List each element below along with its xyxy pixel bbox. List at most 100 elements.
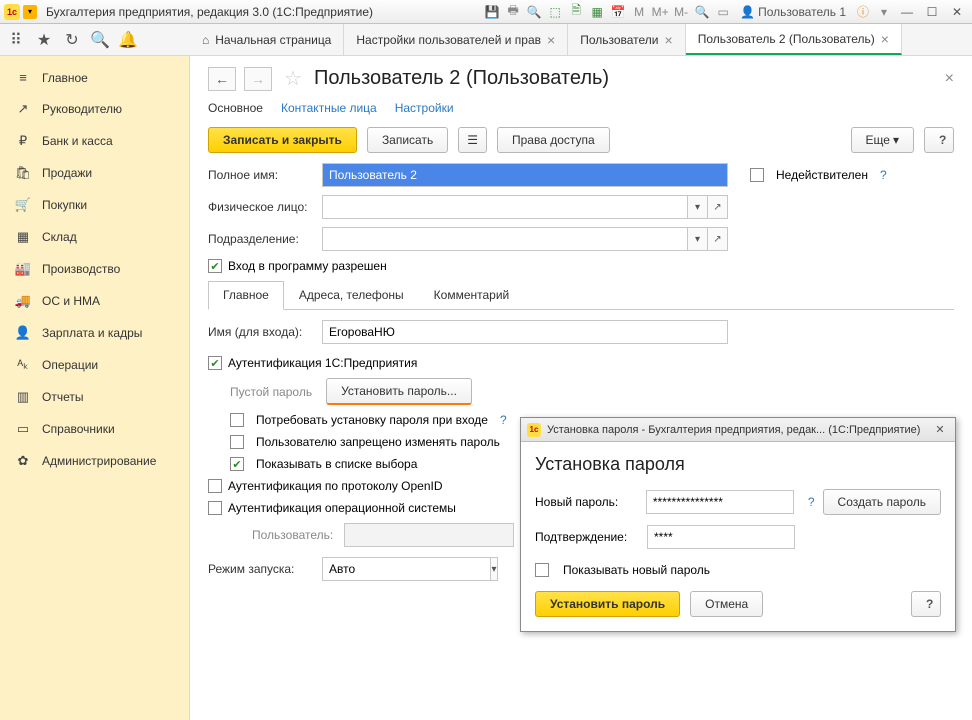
save-button[interactable]: Записать bbox=[367, 127, 448, 153]
info-icon[interactable]: ⓘ bbox=[854, 3, 872, 21]
windows-icon[interactable]: ▭ bbox=[714, 3, 732, 21]
dialog-help-button[interactable]: ? bbox=[911, 591, 941, 617]
innertab-comment[interactable]: Комментарий bbox=[419, 281, 525, 309]
calc-icon[interactable]: ▦ bbox=[588, 3, 606, 21]
require-pwd-checkbox[interactable] bbox=[230, 413, 244, 427]
dialog-logo-icon: 1c bbox=[527, 423, 541, 437]
auth1c-checkbox[interactable] bbox=[208, 356, 222, 370]
bars-icon: ▥ bbox=[14, 389, 32, 405]
page-close-icon[interactable]: × bbox=[945, 70, 954, 88]
login-allowed-checkbox[interactable] bbox=[208, 259, 222, 273]
set-password-button[interactable]: Установить пароль... bbox=[326, 378, 472, 405]
dialog-close-button[interactable]: ✕ bbox=[931, 423, 949, 436]
m-minus-icon[interactable]: M- bbox=[672, 3, 690, 21]
tab-user2[interactable]: Пользователь 2 (Пользователь) × bbox=[686, 24, 902, 55]
notifications-icon[interactable]: 🔔 bbox=[118, 30, 138, 50]
more-button[interactable]: Еще▾ bbox=[851, 127, 914, 153]
empty-pwd-label: Пустой пароль bbox=[230, 385, 312, 399]
tab-close-icon[interactable]: × bbox=[881, 31, 889, 47]
tab-close-icon[interactable]: × bbox=[665, 32, 673, 48]
runmode-dropdown-button[interactable]: ▾ bbox=[491, 557, 498, 581]
favorite-star-icon[interactable]: ☆ bbox=[284, 66, 302, 91]
favorites-icon[interactable]: ★ bbox=[34, 30, 54, 50]
apps-icon[interactable]: ⠿ bbox=[6, 30, 26, 50]
nav-forward-button[interactable]: → bbox=[244, 67, 272, 91]
sidebar-item-reports[interactable]: ▥Отчеты bbox=[0, 381, 189, 413]
sidebar-item-hr[interactable]: 👤Зарплата и кадры bbox=[0, 317, 189, 349]
preview-icon[interactable]: 🔍 bbox=[525, 3, 543, 21]
person-open-button[interactable]: ↗ bbox=[708, 195, 728, 219]
openid-label: Аутентификация по протоколу OpenID bbox=[228, 479, 443, 493]
help-button[interactable]: ? bbox=[924, 127, 954, 153]
maximize-button[interactable]: ☐ bbox=[921, 5, 943, 19]
sidebar-item-production[interactable]: 🏭Производство bbox=[0, 253, 189, 285]
sidebar-item-catalogs[interactable]: ▭Справочники bbox=[0, 413, 189, 445]
set-password-dialog: 1c Установка пароля - Бухгалтерия предпр… bbox=[520, 417, 956, 632]
zoom-icon[interactable]: 🔍 bbox=[693, 3, 711, 21]
inactive-help-icon[interactable]: ? bbox=[880, 168, 887, 182]
minimize-button[interactable]: — bbox=[896, 5, 918, 19]
tab-users[interactable]: Пользователи × bbox=[568, 24, 686, 55]
m-plus-icon[interactable]: M+ bbox=[651, 3, 669, 21]
openid-checkbox[interactable] bbox=[208, 479, 222, 493]
innertab-addresses[interactable]: Адреса, телефоны bbox=[284, 281, 419, 309]
generate-pwd-button[interactable]: Создать пароль bbox=[823, 489, 941, 515]
sidebar-item-main[interactable]: ≡Главное bbox=[0, 62, 189, 93]
tab-home[interactable]: ⌂ Начальная страница bbox=[190, 24, 344, 55]
person-input[interactable] bbox=[322, 195, 688, 219]
inactive-checkbox[interactable] bbox=[750, 168, 764, 182]
sidebar-item-warehouse[interactable]: ▦ Склад bbox=[0, 221, 189, 253]
dept-dropdown-button[interactable]: ▾ bbox=[688, 227, 708, 251]
new-pwd-input[interactable] bbox=[646, 490, 794, 514]
subtab-main[interactable]: Основное bbox=[208, 101, 263, 115]
dialog-cancel-button[interactable]: Отмена bbox=[690, 591, 763, 617]
list-button[interactable]: ☰ bbox=[458, 127, 487, 153]
sidebar-item-bank[interactable]: ₽Банк и касса bbox=[0, 125, 189, 157]
person-dropdown-button[interactable]: ▾ bbox=[688, 195, 708, 219]
osauth-checkbox[interactable] bbox=[208, 501, 222, 515]
tab-settings-users-rights[interactable]: Настройки пользователей и прав × bbox=[344, 24, 568, 55]
require-pwd-help-icon[interactable]: ? bbox=[500, 413, 507, 427]
subtab-settings[interactable]: Настройки bbox=[395, 101, 454, 115]
boxes-icon: ▦ bbox=[14, 229, 32, 245]
dialog-set-button[interactable]: Установить пароль bbox=[535, 591, 680, 617]
print-icon[interactable]: 🖶 bbox=[504, 3, 522, 21]
showlist-checkbox[interactable] bbox=[230, 457, 244, 471]
sidebar-item-sales[interactable]: 🛍Продажи bbox=[0, 157, 189, 189]
subtab-contacts[interactable]: Контактные лица bbox=[281, 101, 377, 115]
innertab-main[interactable]: Главное bbox=[208, 281, 284, 310]
sidebar-item-purchases[interactable]: 🛒Покупки bbox=[0, 189, 189, 221]
dept-input[interactable] bbox=[322, 227, 688, 251]
nochange-checkbox[interactable] bbox=[230, 435, 244, 449]
current-user[interactable]: 👤 Пользователь 1 bbox=[735, 4, 851, 20]
sidebar-item-admin[interactable]: ✿Администрирование bbox=[0, 445, 189, 477]
login-input[interactable] bbox=[322, 320, 728, 344]
app-menu-dropdown[interactable]: ▾ bbox=[23, 5, 37, 19]
sidebar-item-assets[interactable]: 🚚ОС и НМА bbox=[0, 285, 189, 317]
save-close-button[interactable]: Записать и закрыть bbox=[208, 127, 357, 153]
link-icon[interactable]: 🗎 bbox=[567, 3, 585, 21]
info-dropdown-icon[interactable]: ▾ bbox=[875, 3, 893, 21]
compare-icon[interactable]: ⬚ bbox=[546, 3, 564, 21]
nav-back-button[interactable]: ← bbox=[208, 67, 236, 91]
user-icon: 👤 bbox=[740, 5, 755, 19]
close-button[interactable]: ✕ bbox=[946, 5, 968, 19]
sidebar-item-manager[interactable]: ↗Руководителю bbox=[0, 93, 189, 125]
fullname-input[interactable] bbox=[322, 163, 728, 187]
m-icon[interactable]: M bbox=[630, 3, 648, 21]
tab-close-icon[interactable]: × bbox=[547, 32, 555, 48]
rights-button[interactable]: Права доступа bbox=[497, 127, 610, 153]
save-icon[interactable]: 💾 bbox=[483, 3, 501, 21]
sidebar-item-label: Производство bbox=[42, 262, 120, 276]
show-pwd-checkbox[interactable] bbox=[535, 563, 549, 577]
person-label: Физическое лицо: bbox=[208, 200, 316, 214]
calendar-icon[interactable]: 📅 bbox=[609, 3, 627, 21]
history-icon[interactable]: ↻ bbox=[62, 30, 82, 50]
sidebar-item-label: Склад bbox=[42, 230, 77, 244]
dept-open-button[interactable]: ↗ bbox=[708, 227, 728, 251]
new-pwd-help-icon[interactable]: ? bbox=[808, 495, 815, 509]
sidebar-item-operations[interactable]: ᴬₖОперации bbox=[0, 349, 189, 381]
confirm-pwd-input[interactable] bbox=[647, 525, 795, 549]
search-icon[interactable]: 🔍 bbox=[90, 30, 110, 50]
runmode-input[interactable] bbox=[322, 557, 491, 581]
